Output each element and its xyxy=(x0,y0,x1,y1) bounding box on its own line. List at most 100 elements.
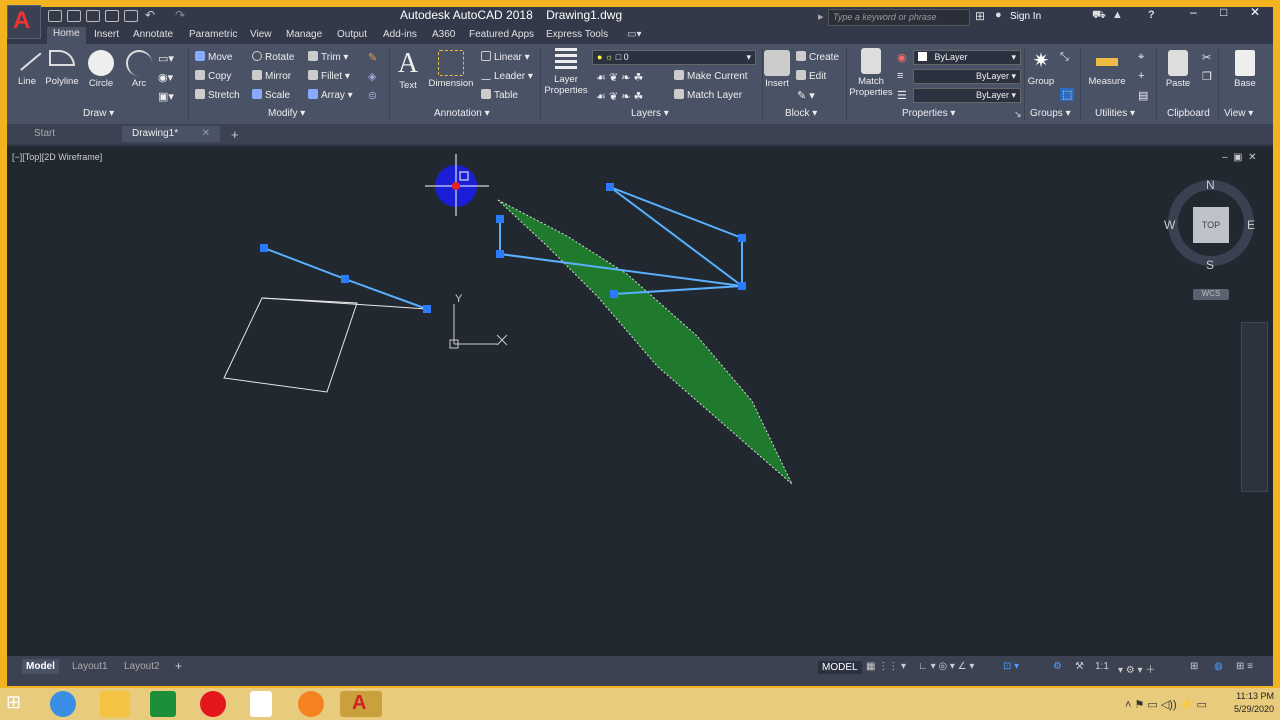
hatch-icon[interactable]: ◉▾ xyxy=(158,71,173,84)
mirror-button[interactable]: Mirror xyxy=(252,70,291,82)
drawing-canvas[interactable]: Y xyxy=(7,146,1273,656)
isolate-icon[interactable]: ⊞ xyxy=(1190,661,1198,672)
erase-icon[interactable]: ✎ xyxy=(368,51,377,64)
viewcube-top-face[interactable]: TOP xyxy=(1193,207,1229,243)
calculator-icon[interactable]: ▤ xyxy=(1138,89,1148,102)
hardware-acceleration-icon[interactable]: ◍ xyxy=(1214,661,1223,672)
tab-home[interactable]: Home xyxy=(47,27,86,44)
tab-view[interactable]: View xyxy=(250,29,272,40)
block-attribute-icon[interactable]: ✎ ▾ xyxy=(797,89,815,102)
autocad-taskbar-icon[interactable]: A xyxy=(340,691,382,717)
print-icon[interactable] xyxy=(124,10,138,22)
tab-drawing1[interactable]: Drawing1* ✕ xyxy=(122,126,220,142)
opera-icon[interactable] xyxy=(200,691,226,717)
create-block-button[interactable]: Create xyxy=(796,51,839,63)
dimension-button[interactable]: Dimension xyxy=(426,50,476,89)
clean-screen-icon[interactable]: ⊞ ≡ xyxy=(1236,661,1253,672)
fillet-button[interactable]: Fillet ▾ xyxy=(308,70,350,82)
tab-insert[interactable]: Insert xyxy=(94,29,119,40)
internet-explorer-icon[interactable] xyxy=(50,691,76,717)
copy-clip-icon[interactable]: ❐ xyxy=(1202,70,1212,83)
snap-icon[interactable]: ⊡ ▾ xyxy=(1003,661,1019,672)
make-current-button[interactable]: Make Current xyxy=(674,70,748,82)
minimize-icon[interactable]: – xyxy=(1190,5,1197,19)
undo-icon[interactable]: ↶ xyxy=(145,8,155,22)
close-tab-icon[interactable]: ✕ xyxy=(202,128,210,139)
workspace-gear-icon[interactable]: ▾ ⚙ ▾ ＋ xyxy=(1118,661,1155,676)
annotation-group-label[interactable]: Annotation ▾ xyxy=(434,108,490,119)
help-icon[interactable]: ? xyxy=(1148,9,1155,21)
line-button[interactable]: Line xyxy=(12,43,42,87)
annotation-scale-icon[interactable]: ⚒ xyxy=(1075,661,1084,672)
base-view-button[interactable]: Base xyxy=(1230,50,1260,89)
system-tray-icons[interactable]: ˄ ⚑ ▭ ◁)) ⚡ ▭ xyxy=(1125,698,1207,711)
file-explorer-icon[interactable] xyxy=(100,691,130,717)
taskbar-clock[interactable]: 11:13 PM 5/29/2020 xyxy=(1234,690,1274,716)
properties-group-label[interactable]: Properties ▾ xyxy=(902,108,955,119)
compass-east[interactable]: E xyxy=(1247,218,1255,232)
green-hatch-region[interactable] xyxy=(497,199,793,485)
group-button[interactable]: ✷ Group xyxy=(1026,48,1056,87)
tab-layout1[interactable]: Layout1 xyxy=(68,659,112,674)
match-properties-button[interactable]: Match Properties xyxy=(848,48,894,98)
signin-button[interactable]: Sign In xyxy=(1010,11,1041,22)
add-layout-icon[interactable]: + xyxy=(175,659,182,673)
compass-west[interactable]: W xyxy=(1164,218,1175,232)
move-button[interactable]: Move xyxy=(195,51,232,63)
explode-icon[interactable]: ◈ xyxy=(368,70,376,83)
navigation-bar[interactable] xyxy=(1241,322,1268,492)
copy-button[interactable]: Copy xyxy=(195,70,231,82)
tab-layout2[interactable]: Layout2 xyxy=(120,659,164,674)
rotate-button[interactable]: Rotate xyxy=(252,51,294,63)
linetype-dropdown[interactable]: ByLayer ▾ xyxy=(913,69,1021,84)
white-quadrilateral[interactable] xyxy=(223,297,358,393)
region-icon[interactable]: ▣▾ xyxy=(158,90,174,103)
scale-button[interactable]: Scale xyxy=(252,89,290,101)
layer-tools-row1-icon[interactable]: ☙ ❦ ❧ ☘ xyxy=(596,71,643,84)
saveas-icon[interactable] xyxy=(105,10,119,22)
offset-icon[interactable]: ⊜ xyxy=(368,89,377,102)
polyline-button[interactable]: Polyline xyxy=(43,50,81,87)
new-icon[interactable] xyxy=(48,10,62,22)
point-icon[interactable]: + xyxy=(1138,70,1144,82)
match-layer-button[interactable]: Match Layer xyxy=(674,89,742,101)
cart-icon[interactable]: ⛟ xyxy=(1092,9,1106,23)
tab-manage[interactable]: Manage xyxy=(286,29,322,40)
modify-group-label[interactable]: Modify ▾ xyxy=(268,108,305,119)
paste-button[interactable]: Paste xyxy=(1163,50,1193,89)
view-group-label[interactable]: View ▾ xyxy=(1224,108,1253,119)
tab-parametric[interactable]: Parametric xyxy=(189,29,237,40)
trim-button[interactable]: Trim ▾ xyxy=(308,51,348,63)
document-icon[interactable] xyxy=(250,691,272,717)
binoculars-icon[interactable]: ⊞ xyxy=(975,9,985,23)
search-input[interactable]: Type a keyword or phrase xyxy=(828,9,970,26)
circle-button[interactable]: Circle xyxy=(86,50,116,89)
annotation-scale[interactable]: 1:1 xyxy=(1095,661,1109,672)
draw-group-label[interactable]: Draw ▾ xyxy=(83,108,114,119)
arc-button[interactable]: Arc xyxy=(124,50,154,89)
rectangle-icon[interactable]: ▭▾ xyxy=(158,52,174,65)
new-tab-icon[interactable]: + xyxy=(231,127,239,142)
utilities-group-label[interactable]: Utilities ▾ xyxy=(1095,108,1135,119)
close-icon[interactable]: ✕ xyxy=(1250,5,1260,19)
excel-icon[interactable] xyxy=(150,691,176,717)
model-space-button[interactable]: MODEL xyxy=(818,661,862,674)
tab-a360[interactable]: A360 xyxy=(432,29,455,40)
properties-launcher-icon[interactable]: ↘ xyxy=(1014,109,1022,120)
layer-dropdown[interactable]: ● ☼ □ 0 ▾ xyxy=(592,50,756,65)
cut-icon[interactable]: ✂ xyxy=(1202,51,1211,64)
open-icon[interactable] xyxy=(67,10,81,22)
firefox-icon[interactable] xyxy=(298,691,324,717)
tab-addins[interactable]: Add-ins xyxy=(383,29,417,40)
measure-button[interactable]: Measure xyxy=(1086,50,1128,87)
maximize-icon[interactable]: □ xyxy=(1220,5,1227,19)
annotation-visibility-icon[interactable]: ⚙ xyxy=(1053,661,1062,672)
tab-express-tools[interactable]: Express Tools xyxy=(546,29,608,40)
search-expand-icon[interactable]: ▸ xyxy=(818,10,824,23)
edit-block-button[interactable]: Edit xyxy=(796,70,826,82)
tab-model[interactable]: Model xyxy=(22,659,59,674)
text-button[interactable]: A Text xyxy=(396,48,420,91)
ribbon-toggle-icon[interactable]: ▭▾ xyxy=(627,29,641,40)
tab-annotate[interactable]: Annotate xyxy=(133,29,173,40)
tab-featured-apps[interactable]: Featured Apps xyxy=(469,29,534,40)
